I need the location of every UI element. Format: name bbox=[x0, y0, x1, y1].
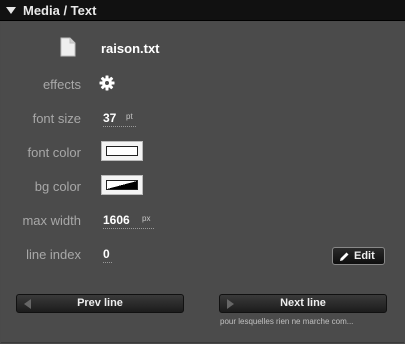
line-index-label: line index bbox=[26, 247, 81, 262]
font-color-swatch-fill bbox=[106, 146, 138, 156]
disclosure-triangle-icon[interactable] bbox=[6, 6, 16, 14]
file-name: raison.txt bbox=[101, 41, 160, 56]
effects-label: effects bbox=[42, 77, 81, 92]
next-line-caption: pour lesquelles rien ne marche com... bbox=[220, 317, 354, 326]
max-width-label: max width bbox=[22, 213, 81, 228]
document-icon bbox=[60, 37, 76, 57]
font-color-label: font color bbox=[27, 145, 81, 160]
media-text-panel: raison.txt effects font size 37 pt font … bbox=[1, 22, 404, 343]
gear-icon[interactable] bbox=[99, 75, 115, 91]
font-size-unit: pt bbox=[126, 112, 133, 121]
bg-color-swatch-fill bbox=[106, 180, 138, 190]
font-color-swatch[interactable] bbox=[101, 141, 143, 161]
next-line-button[interactable]: Next line bbox=[219, 294, 387, 313]
bg-color-swatch[interactable] bbox=[101, 175, 143, 195]
line-index-value[interactable]: 0 bbox=[103, 247, 113, 263]
panel-title: Media / Text bbox=[23, 2, 97, 18]
pencil-icon bbox=[340, 252, 349, 261]
font-size-label: font size bbox=[32, 111, 81, 126]
max-width-unit: px bbox=[142, 214, 151, 223]
prev-line-button[interactable]: Prev line bbox=[16, 294, 184, 313]
panel-header[interactable]: Media / Text bbox=[0, 0, 405, 21]
edit-button-label: Edit bbox=[354, 250, 375, 262]
next-line-label: Next line bbox=[280, 297, 326, 309]
prev-line-label: Prev line bbox=[77, 297, 123, 309]
edit-button[interactable]: Edit bbox=[332, 247, 385, 265]
bg-color-label: bg color bbox=[34, 179, 81, 194]
